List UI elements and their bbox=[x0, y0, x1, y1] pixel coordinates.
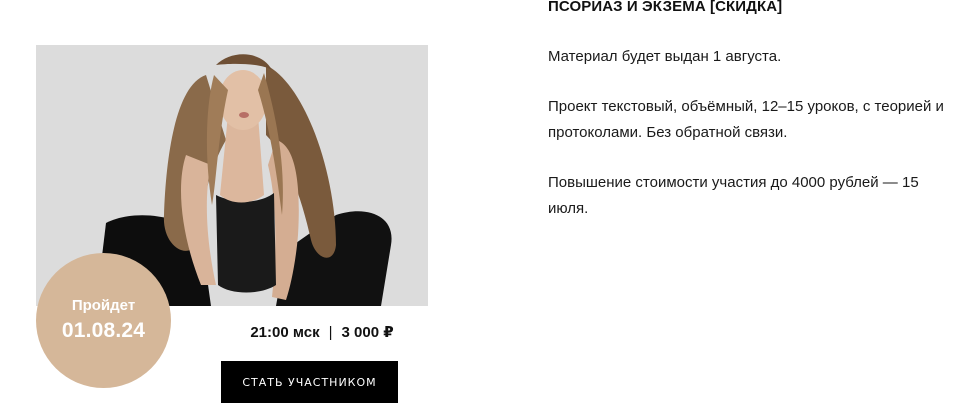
badge-label: Пройдет bbox=[71, 297, 136, 314]
course-description-text: Проект текстовый, объёмный, 12–15 уроков… bbox=[548, 98, 944, 141]
meta-separator: | bbox=[328, 324, 333, 341]
event-time: 21:00 мск bbox=[250, 324, 320, 341]
release-date-text: Материал будет выдан 1 августа. bbox=[548, 48, 782, 65]
event-price: 3 000 ₽ bbox=[341, 324, 394, 341]
badge-date: 01.08.24 bbox=[61, 319, 146, 342]
event-meta: 21:00 мск | 3 000 ₽ bbox=[222, 323, 422, 341]
course-title: ПСОРИАЗ И ЭКЗЕМА [СКИДКА] bbox=[548, 0, 783, 15]
price-increase-text: Повышение стоимости участия до 4000 рубл… bbox=[548, 174, 919, 217]
join-button[interactable]: СТАТЬ УЧАСТНИКОМ bbox=[221, 361, 398, 403]
start-date-badge: Пройдет 01.08.24 bbox=[36, 253, 171, 388]
